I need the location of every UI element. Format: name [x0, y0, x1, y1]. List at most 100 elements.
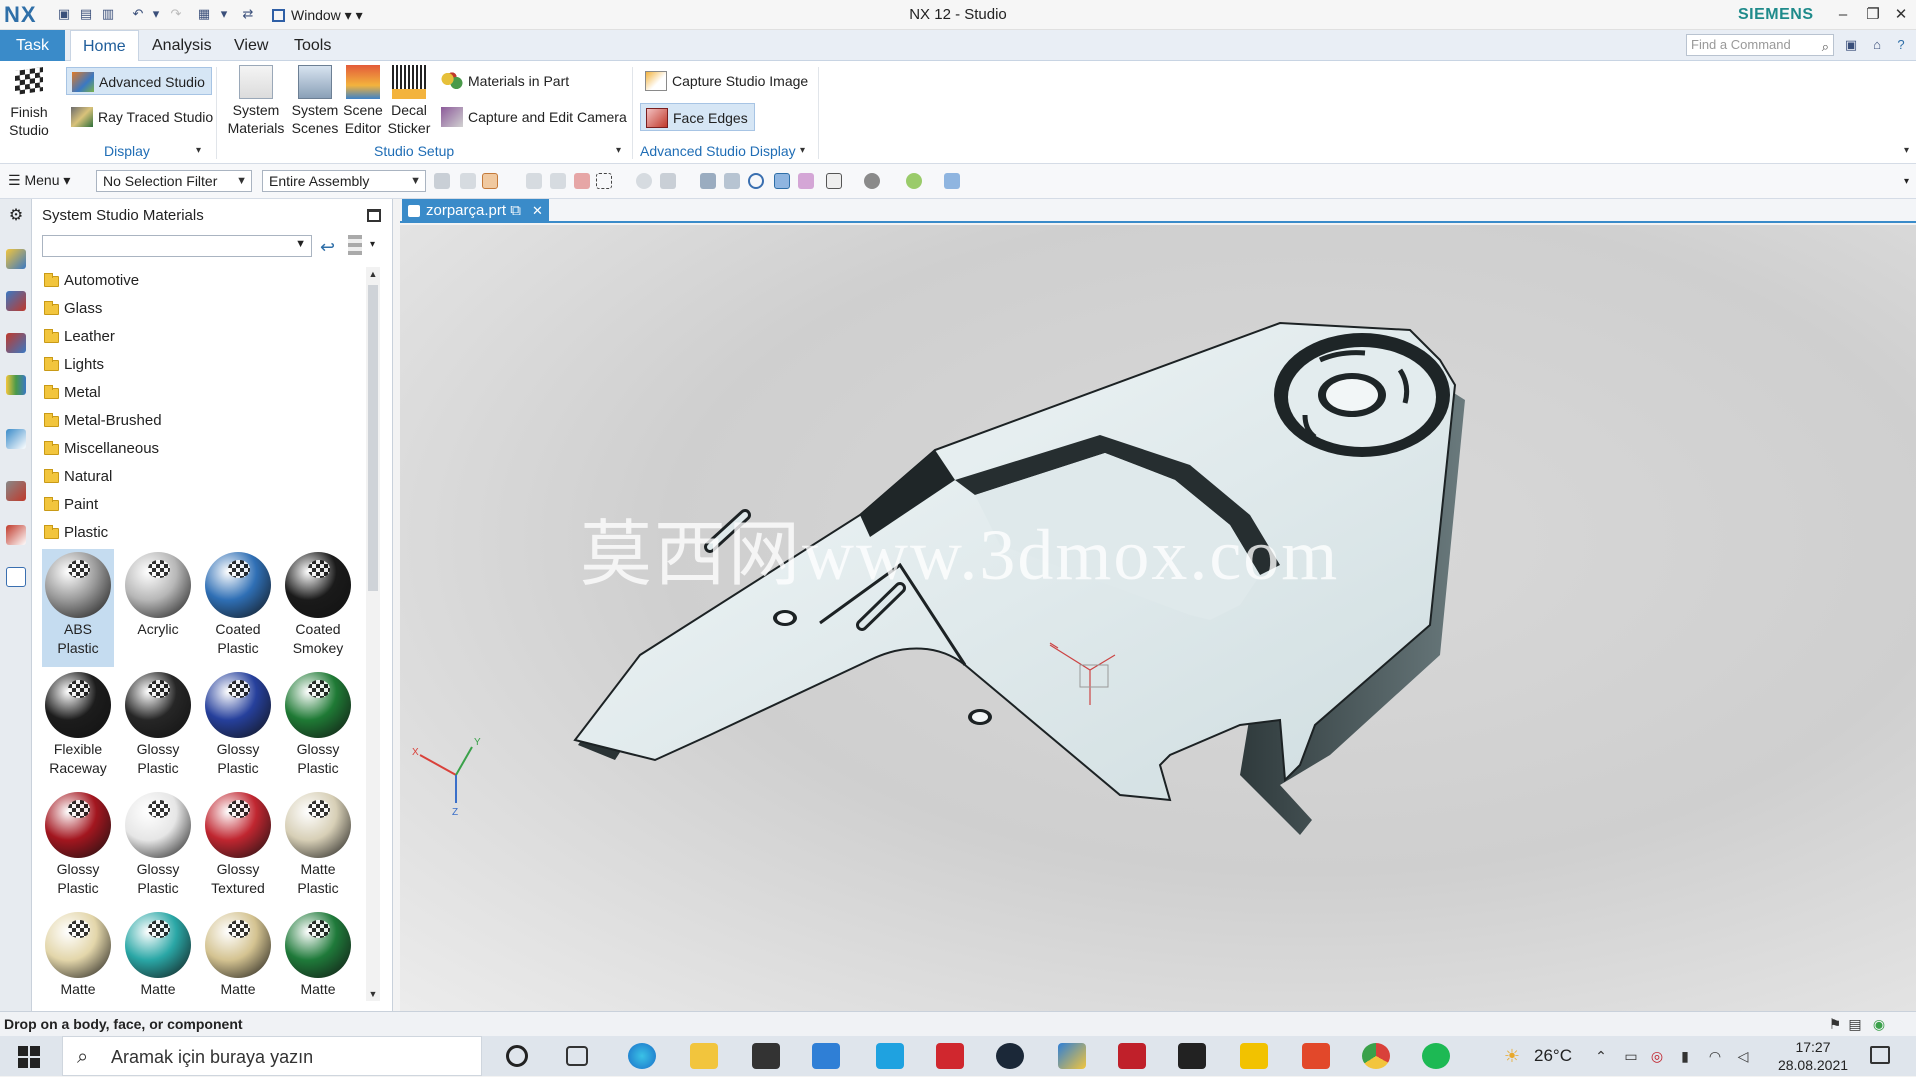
menu-button[interactable]: ☰ Menu ▾ [8, 172, 70, 189]
material-swatch[interactable]: Glossy Plastic [282, 669, 354, 787]
folder-glass[interactable]: Glass [42, 295, 372, 323]
meet-now-icon[interactable]: ▭ [1622, 1048, 1640, 1064]
minimize-button[interactable]: – [1830, 3, 1856, 27]
folder-natural[interactable]: Natural [42, 463, 372, 491]
palette-icon[interactable] [6, 525, 26, 545]
material-swatch[interactable]: Glossy Plastic [42, 789, 114, 907]
mail-icon[interactable] [812, 1043, 840, 1069]
tab-home[interactable]: Home [70, 30, 139, 61]
web-browser-icon[interactable] [6, 429, 26, 449]
nx-app-icon[interactable] [1058, 1043, 1086, 1069]
select-components-icon[interactable] [574, 173, 590, 189]
zoom-icon[interactable] [724, 173, 740, 189]
fit-icon[interactable] [700, 173, 716, 189]
save-icon[interactable]: ▤ [78, 6, 94, 22]
panel-scrollbar[interactable]: ▲ ▼ [366, 267, 380, 1001]
maximize-panel-icon[interactable] [367, 209, 381, 222]
material-swatch[interactable]: Matte [202, 909, 274, 995]
material-swatch[interactable]: Glossy Plastic [122, 669, 194, 787]
graphics-window[interactable]: X Y Z 莫西网www.3dmox.com [400, 225, 1916, 1011]
studio-shading-icon[interactable] [774, 173, 790, 189]
reuse-library-icon[interactable] [6, 375, 26, 395]
select-features-icon[interactable] [434, 173, 450, 189]
store-icon[interactable] [752, 1043, 780, 1069]
l-app-icon[interactable] [876, 1043, 904, 1069]
advanced-studio-button[interactable]: Advanced Studio [66, 67, 212, 95]
tab-tools[interactable]: Tools [282, 30, 343, 61]
chrome-icon[interactable] [1362, 1043, 1390, 1069]
layer-icon[interactable] [826, 173, 842, 189]
material-swatch[interactable]: Matte [122, 909, 194, 995]
capture-edit-camera-button[interactable]: Capture and Edit Camera [436, 103, 633, 131]
collapse-ribbon-icon[interactable]: ⌂ [1868, 36, 1886, 54]
tab-analysis[interactable]: Analysis [140, 30, 224, 61]
scroll-up-icon[interactable]: ▲ [366, 267, 380, 281]
new-icon[interactable]: ▣ [56, 6, 72, 22]
show-icon[interactable] [636, 173, 652, 189]
catia-icon[interactable] [1178, 1043, 1206, 1069]
toolbar-overflow-icon[interactable]: ▾ [1904, 176, 1909, 187]
face-edges-toggle[interactable]: Face Edges [640, 103, 755, 131]
material-swatch[interactable]: Matte [42, 909, 114, 995]
material-swatch[interactable]: Flexible Raceway [42, 669, 114, 787]
group-studio-setup-dropdown-icon[interactable]: ▾ [616, 145, 621, 156]
assembly-icon[interactable]: ▦ [196, 6, 212, 22]
system-materials-tab-icon[interactable] [6, 567, 26, 587]
select-bodies-icon[interactable] [550, 173, 566, 189]
document-tab[interactable]: zorparça.prt ⧉ ✕ [402, 199, 549, 223]
material-swatch[interactable]: Glossy Plastic [202, 669, 274, 787]
redo-icon[interactable]: ↷ [168, 6, 184, 22]
repeat-command-icon[interactable]: ⇄ [240, 6, 256, 22]
tab-view[interactable]: View [222, 30, 280, 61]
finish-studio-button[interactable]: Finish Studio [6, 65, 52, 139]
folder-plastic[interactable]: Plastic [42, 519, 372, 547]
edit-section-icon[interactable] [798, 173, 814, 189]
view-orient-icon[interactable] [944, 173, 960, 189]
assembly-navigator-icon[interactable] [6, 249, 26, 269]
tab-task[interactable]: Task [0, 30, 65, 61]
material-swatch[interactable]: Matte [282, 909, 354, 995]
volume-icon[interactable]: ◁ [1734, 1048, 1752, 1064]
undo-icon[interactable]: ↶ [130, 6, 146, 22]
notification-center-icon[interactable] [1870, 1046, 1890, 1064]
material-swatch[interactable]: Glossy Plastic [122, 789, 194, 907]
window-menu[interactable]: Window ▾ ▾ [272, 5, 382, 25]
close-button[interactable]: ✕ [1888, 3, 1914, 27]
selection-filter-dropdown[interactable]: No Selection Filter ▼ [96, 170, 252, 192]
hide-icon[interactable] [660, 173, 676, 189]
material-swatch[interactable]: Glossy Textured [202, 789, 274, 907]
back-arrow-icon[interactable]: ↩ [320, 237, 335, 258]
materials-in-part-button[interactable]: Materials in Part [436, 67, 575, 95]
spotify-icon[interactable] [1422, 1043, 1450, 1069]
rectangle-select-icon[interactable] [596, 173, 612, 189]
folder-automotive[interactable]: Automotive [42, 267, 372, 295]
file-explorer-icon[interactable] [690, 1043, 718, 1069]
assembly-dropdown-icon[interactable]: ▾ [216, 6, 232, 22]
cortana-icon[interactable] [506, 1045, 528, 1067]
selection-scope-dropdown[interactable]: Entire Assembly ▼ [262, 170, 426, 192]
rotate-icon[interactable] [748, 173, 764, 189]
material-swatch[interactable]: Coated Smokey [282, 549, 354, 667]
folder-metal-brushed[interactable]: Metal-Brushed [42, 407, 372, 435]
weather-icon[interactable]: ☀ [1500, 1047, 1524, 1065]
system-materials-button[interactable]: System Materials [224, 65, 288, 137]
help-icon[interactable]: ? [1892, 36, 1910, 54]
system-clock[interactable]: 17:27 28.08.2021 [1768, 1038, 1858, 1074]
folder-lights[interactable]: Lights [42, 351, 372, 379]
render-style-icon[interactable] [864, 173, 880, 189]
system-scenes-button[interactable]: System Scenes [290, 65, 340, 137]
part-model[interactable]: X Y Z [400, 225, 1916, 1011]
folder-leather[interactable]: Leather [42, 323, 372, 351]
ray-traced-studio-button[interactable]: Ray Traced Studio [66, 103, 219, 131]
folder-miscellaneous[interactable]: Miscellaneous [42, 435, 372, 463]
capture-studio-image-button[interactable]: Capture Studio Image [640, 67, 814, 95]
windows-start-icon[interactable] [18, 1046, 40, 1068]
close-tab-icon[interactable]: ✕ [532, 199, 543, 223]
view-mode-icon[interactable] [348, 235, 362, 255]
task-view-icon[interactable] [566, 1046, 588, 1066]
decal-sticker-button[interactable]: Decal Sticker [386, 65, 432, 137]
undo-dropdown-icon[interactable]: ▾ [148, 6, 164, 22]
history-icon[interactable] [6, 481, 26, 501]
scroll-thumb[interactable] [368, 285, 378, 591]
view-mode-dropdown-icon[interactable]: ▾ [370, 239, 375, 250]
